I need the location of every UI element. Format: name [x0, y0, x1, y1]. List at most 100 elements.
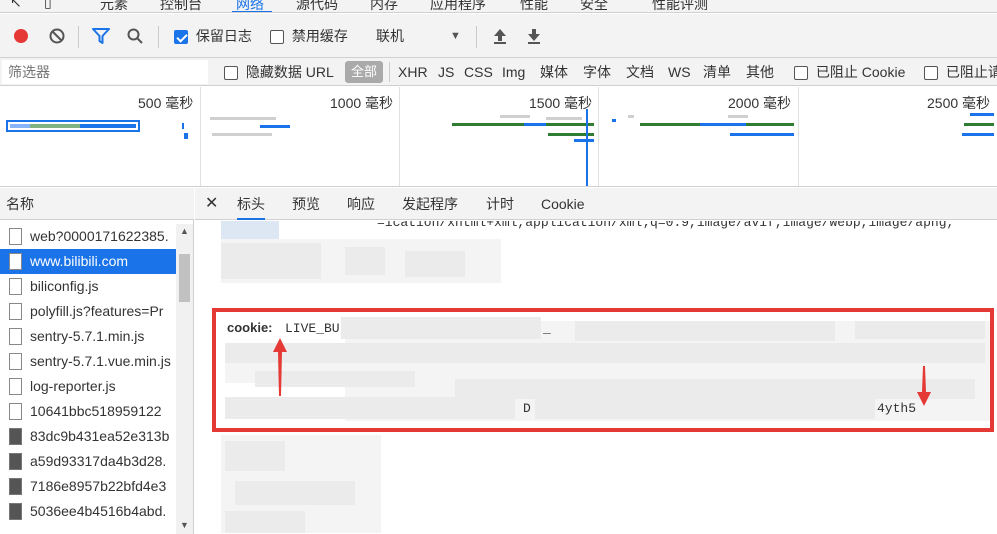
blocked-requests-checkbox[interactable]: 已阻止请 [924, 58, 997, 86]
filter-other[interactable]: 其他 [746, 58, 774, 86]
overview-bar [210, 117, 276, 120]
filter-media[interactable]: 媒体 [540, 58, 568, 86]
scroll-up-icon[interactable]: ▲ [180, 226, 189, 236]
tab-application[interactable]: 应用程序 [430, 0, 486, 12]
filter-font[interactable]: 字体 [583, 58, 611, 86]
file-icon [9, 353, 22, 370]
filter-icon [92, 28, 110, 44]
tab-memory[interactable]: 内存 [370, 0, 398, 12]
request-row[interactable]: 7186e8957b22bfd4e3 [0, 474, 176, 499]
tick-1000ms: 1000 毫秒 [330, 95, 394, 111]
overview-bar [964, 123, 994, 126]
request-row[interactable]: a59d93317da4b3d28. [0, 449, 176, 474]
request-row[interactable]: biliconfig.js [0, 274, 176, 299]
tab-performance[interactable]: 性能 [520, 0, 548, 12]
import-har-button[interactable] [488, 14, 512, 58]
network-toolbar: 保留日志 禁用缓存 联机 ▼ [0, 14, 997, 58]
devtools-tab-bar: ↖ ▯ 元素 控制台 网络 源代码 内存 应用程序 性能 安全 性能评测 [0, 0, 997, 13]
overview-bar [500, 115, 530, 118]
tab-headers[interactable]: 标头 [237, 188, 265, 220]
record-icon [14, 29, 28, 43]
filter-ws[interactable]: WS [668, 58, 691, 86]
request-row[interactable]: 83dc9b431ea52e313b [0, 424, 176, 449]
tick-2000ms: 2000 毫秒 [728, 95, 792, 111]
tab-console[interactable]: 控制台 [160, 0, 202, 12]
file-icon [9, 303, 22, 320]
filter-input[interactable] [2, 60, 208, 84]
hide-data-url-checkbox[interactable]: 隐藏数据 URL [224, 58, 334, 86]
filter-xhr[interactable]: XHR [398, 58, 428, 86]
tab-elements[interactable]: 元素 [100, 0, 128, 12]
filter-css[interactable]: CSS [464, 58, 493, 86]
request-row[interactable]: polyfill.js?features=Pr [0, 299, 176, 324]
request-row-selected[interactable]: www.bilibili.com [0, 249, 176, 274]
device-toggle-icon[interactable]: ▯ [44, 0, 52, 11]
tab-security[interactable]: 安全 [580, 0, 608, 12]
preserve-log-checkbox[interactable]: 保留日志 [174, 14, 252, 58]
overview-bar [628, 115, 634, 118]
throttling-select[interactable]: 联机 ▼ [376, 14, 462, 58]
tab-lighthouse[interactable]: 性能评测 [652, 0, 708, 12]
tab-sources[interactable]: 源代码 [296, 0, 338, 12]
overview-bar [970, 113, 994, 116]
file-icon [9, 278, 22, 295]
overview-bar [260, 125, 290, 128]
tab-preview[interactable]: 预览 [292, 188, 320, 220]
overview-bar [574, 139, 594, 142]
filter-js[interactable]: JS [438, 58, 454, 86]
disable-cache-checkbox[interactable]: 禁用缓存 [270, 14, 348, 58]
filter-all-button[interactable]: 全部 [345, 61, 383, 83]
tick-2500ms: 2500 毫秒 [927, 95, 991, 111]
download-icon [528, 29, 540, 44]
network-overview[interactable]: 500 毫秒 1000 毫秒 1500 毫秒 2000 毫秒 2500 毫秒 [0, 87, 997, 187]
filter-img[interactable]: Img [502, 58, 525, 86]
tick-500ms: 500 毫秒 [138, 95, 194, 111]
file-icon [9, 378, 22, 395]
inspect-icon[interactable]: ↖ [10, 0, 22, 11]
file-icon [9, 328, 22, 345]
filter-toggle-button[interactable] [88, 14, 114, 58]
overview-bar [612, 119, 616, 122]
request-row[interactable]: 10641bbc518959122 [0, 399, 176, 424]
clear-button[interactable] [44, 14, 70, 58]
export-har-button[interactable] [522, 14, 546, 58]
checkbox-unchecked-icon [794, 66, 808, 81]
accept-header-value: =ication/xhtml+xml,application/xml;q=0.9… [377, 221, 955, 230]
request-list-scrollbar[interactable]: ▲ ▼ [176, 224, 193, 534]
filter-manifest[interactable]: 清单 [703, 58, 731, 86]
image-file-icon [9, 478, 22, 495]
blocked-cookies-checkbox[interactable]: 已阻止 Cookie [794, 58, 905, 86]
overview-bar [746, 123, 794, 126]
overview-bar [212, 133, 272, 136]
checkbox-unchecked-icon [224, 66, 238, 81]
record-button[interactable] [8, 14, 34, 58]
overview-bar [730, 133, 794, 136]
tab-response[interactable]: 响应 [347, 188, 375, 220]
file-icon [9, 253, 22, 270]
filter-doc[interactable]: 文档 [626, 58, 654, 86]
tab-initiator[interactable]: 发起程序 [402, 188, 458, 220]
name-column-header[interactable]: 名称 [0, 188, 194, 220]
checkbox-unchecked-icon [924, 66, 938, 81]
tab-cookies[interactable]: Cookie [541, 188, 585, 220]
close-icon[interactable]: ✕ [205, 188, 218, 220]
request-row[interactable]: web?0000171622385. [0, 224, 176, 249]
tab-timing[interactable]: 计时 [486, 188, 514, 220]
overview-bar [962, 133, 994, 136]
scroll-down-icon[interactable]: ▼ [180, 520, 189, 530]
file-icon [9, 403, 22, 420]
annotation-up-arrow-icon [273, 338, 287, 396]
scroll-thumb[interactable] [179, 254, 190, 302]
request-row[interactable]: 5036ee4b4516b4abd. [0, 499, 176, 524]
overview-bar [30, 124, 80, 128]
request-row[interactable]: sentry-5.7.1.vue.min.js [0, 349, 176, 374]
overview-bar [184, 133, 188, 139]
upload-icon [494, 29, 506, 44]
image-file-icon [9, 503, 22, 520]
request-row[interactable]: sentry-5.7.1.min.js [0, 324, 176, 349]
checkbox-checked-icon [174, 30, 188, 45]
search-button[interactable] [122, 14, 148, 58]
image-file-icon [9, 453, 22, 470]
request-row[interactable]: log-reporter.js [0, 374, 176, 399]
image-file-icon [9, 428, 22, 445]
